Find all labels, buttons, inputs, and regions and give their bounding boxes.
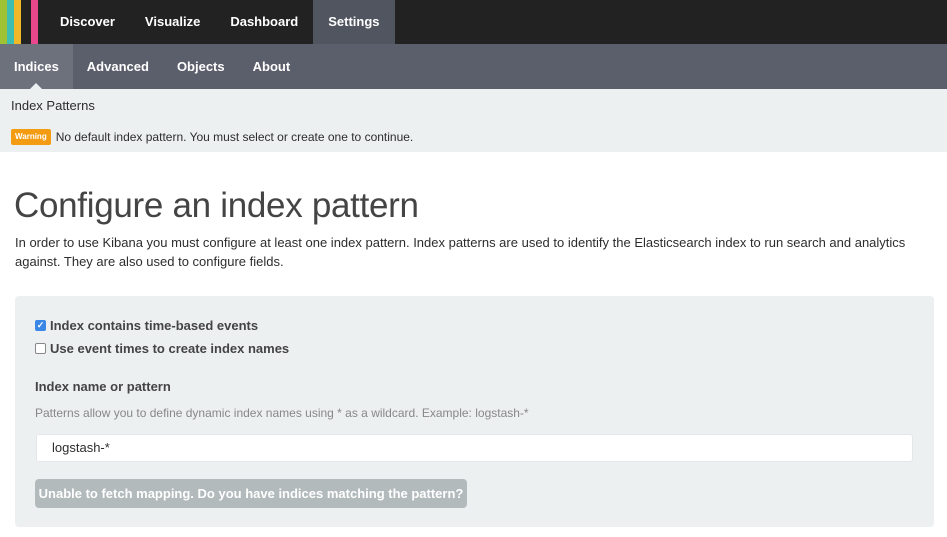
logo-stripe [7, 0, 14, 44]
tab-advanced[interactable]: Advanced [73, 44, 163, 89]
kibana-logo[interactable] [0, 0, 45, 44]
index-pattern-input[interactable]: logstash-* [36, 434, 913, 462]
tab-objects[interactable]: Objects [163, 44, 239, 89]
logo-stripe [14, 0, 21, 44]
breadcrumb: Index Patterns [11, 98, 95, 113]
page-intro: In order to use Kibana you must configur… [15, 235, 906, 269]
nav-settings[interactable]: Settings [313, 0, 395, 44]
index-pattern-help: Patterns allow you to define dynamic ind… [35, 406, 529, 420]
warning-badge: Warning [11, 129, 51, 145]
subnav-tabs: Indices Advanced Objects About [0, 44, 947, 89]
index-pattern-form: ✓ Index contains time-based events Use e… [15, 296, 934, 527]
warning-message: Warning No default index pattern. You mu… [11, 129, 413, 145]
tab-about[interactable]: About [239, 44, 305, 89]
logo-stripe [0, 0, 7, 44]
index-name-label: Index name or pattern [35, 379, 171, 394]
event-times-label: Use event times to create index names [50, 341, 290, 356]
create-button-disabled[interactable]: Unable to fetch mapping. Do you have ind… [35, 479, 467, 508]
nav-dashboard[interactable]: Dashboard [215, 0, 313, 44]
logo-stripe [31, 0, 38, 44]
settings-subnav: Indices Advanced Objects About [0, 44, 947, 89]
time-based-label: Index contains time-based events [50, 318, 259, 333]
tab-indices[interactable]: Indices [0, 44, 73, 89]
nav-visualize[interactable]: Visualize [130, 0, 215, 44]
time-based-checkbox[interactable]: ✓ Index contains time-based events [35, 318, 258, 333]
checkbox-checked-icon[interactable]: ✓ [35, 320, 46, 331]
logo-stripe [38, 0, 45, 44]
top-navbar: Discover Visualize Dashboard Settings [0, 0, 947, 44]
logo-stripe [21, 0, 31, 44]
page-title: Configure an index pattern [14, 186, 419, 225]
warning-text: No default index pattern. You must selec… [55, 130, 414, 144]
event-times-checkbox[interactable]: Use event times to create index names [35, 341, 289, 356]
main-nav: Discover Visualize Dashboard Settings [45, 0, 395, 44]
nav-discover[interactable]: Discover [45, 0, 130, 44]
checkbox-unchecked-icon[interactable] [35, 343, 46, 354]
